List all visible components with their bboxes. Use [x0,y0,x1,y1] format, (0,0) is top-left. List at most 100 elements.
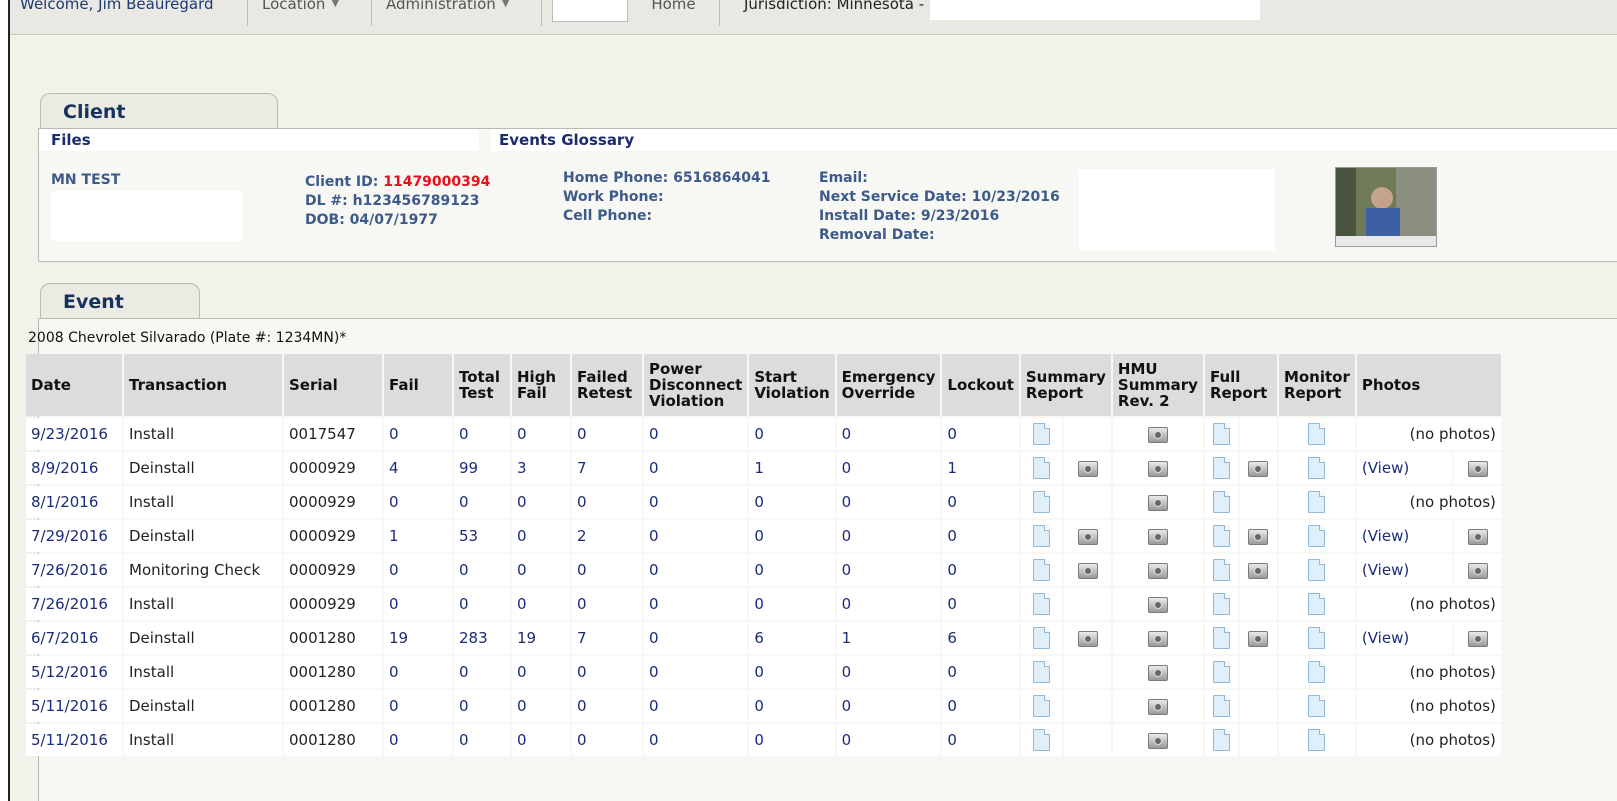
date-link[interactable]: 5/11/2016 [31,731,108,749]
camera-icon[interactable] [1467,528,1488,545]
camera-icon[interactable] [1248,528,1269,545]
cell-summary-report[interactable] [1020,690,1063,722]
column-header-transaction[interactable]: Transaction [124,354,282,416]
column-header-high-fail[interactable]: High Fail [512,354,570,416]
cell-date[interactable]: 7/26/2016 [26,554,122,586]
column-header-start-violation[interactable]: Start Violation [749,354,835,416]
cell-full-report[interactable] [1204,486,1238,518]
date-link[interactable]: 7/26/2016 [31,595,108,613]
jurisdiction-value-box[interactable] [930,0,1261,20]
welcome-link[interactable]: Welcome, Jim Beauregard [10,0,248,26]
date-link[interactable]: 8/9/2016 [31,459,98,477]
document-icon[interactable] [1308,695,1326,717]
cell-summary-report[interactable] [1020,554,1063,586]
column-header-photos[interactable]: Photos [1356,354,1501,416]
cell-photos-icon[interactable] [1454,452,1501,484]
column-header-total-test[interactable]: Total Test [454,354,510,416]
column-header-hmu-summary[interactable]: HMU Summary Rev. 2 [1112,354,1203,416]
cell-date[interactable]: 7/26/2016 [26,588,122,620]
cell-photos-view[interactable]: (View) [1356,452,1453,484]
cell-monitor-report[interactable] [1278,724,1355,756]
cell-monitor-report[interactable] [1278,588,1355,620]
cell-date[interactable]: 5/11/2016 [26,724,122,756]
camera-icon[interactable] [1467,562,1488,579]
cell-hmu-summary[interactable] [1112,418,1203,450]
cell-summary-report[interactable] [1020,418,1063,450]
document-icon[interactable] [1212,525,1230,547]
document-icon[interactable] [1212,559,1230,581]
cell-full-report[interactable] [1204,554,1238,586]
column-header-serial[interactable]: Serial [284,354,382,416]
cell-date[interactable]: 7/29/2016 [26,520,122,552]
cell-hmu-summary[interactable] [1112,690,1203,722]
cell-date[interactable]: 5/11/2016 [26,690,122,722]
cell-hmu-summary[interactable] [1112,520,1203,552]
camera-icon[interactable] [1147,732,1168,749]
events-glossary-link[interactable]: Events Glossary [491,129,1617,151]
cell-hmu-summary[interactable] [1112,588,1203,620]
document-icon[interactable] [1033,729,1051,751]
cell-photos-icon[interactable] [1454,622,1501,654]
view-photos-link[interactable]: (View) [1362,629,1409,647]
cell-full-report-photo[interactable] [1239,520,1277,552]
tab-client-information[interactable]: Client Information [40,93,278,159]
camera-icon[interactable] [1248,562,1269,579]
document-icon[interactable] [1212,423,1230,445]
camera-icon[interactable] [1147,494,1168,511]
cell-photos-icon[interactable] [1454,554,1501,586]
camera-icon[interactable] [1248,630,1269,647]
cell-summary-photo[interactable] [1064,554,1111,586]
camera-icon[interactable] [1147,596,1168,613]
camera-icon[interactable] [1077,528,1098,545]
camera-icon[interactable] [1077,630,1098,647]
document-icon[interactable] [1308,661,1326,683]
cell-monitor-report[interactable] [1278,554,1355,586]
cell-monitor-report[interactable] [1278,622,1355,654]
files-link[interactable]: Files [39,129,479,151]
document-icon[interactable] [1033,695,1051,717]
cell-hmu-summary[interactable] [1112,724,1203,756]
column-header-monitor-report[interactable]: Monitor Report [1278,354,1355,416]
date-link[interactable]: 6/7/2016 [31,629,98,647]
cell-full-report[interactable] [1204,452,1238,484]
column-header-lockout[interactable]: Lockout [942,354,1019,416]
cell-full-report-photo[interactable] [1239,554,1277,586]
column-header-summary-report[interactable]: Summary Report [1020,354,1111,416]
tab-event-logs[interactable]: Event Logs [40,283,200,349]
cell-monitor-report[interactable] [1278,418,1355,450]
cell-full-report[interactable] [1204,690,1238,722]
date-link[interactable]: 5/11/2016 [31,697,108,715]
column-header-date[interactable]: Date [26,354,122,416]
document-icon[interactable] [1212,695,1230,717]
cell-date[interactable]: 8/1/2016 [26,486,122,518]
cell-date[interactable]: 5/12/2016 [26,656,122,688]
cell-full-report-photo[interactable] [1239,452,1277,484]
document-icon[interactable] [1212,661,1230,683]
cell-summary-report[interactable] [1020,486,1063,518]
document-icon[interactable] [1033,593,1051,615]
view-photos-link[interactable]: (View) [1362,459,1409,477]
cell-hmu-summary[interactable] [1112,486,1203,518]
camera-icon[interactable] [1147,460,1168,477]
cell-photos-view[interactable]: (View) [1356,554,1453,586]
document-icon[interactable] [1033,423,1051,445]
column-header-power-disconnect[interactable]: Power Disconnect Violation [644,354,748,416]
camera-icon[interactable] [1248,460,1269,477]
camera-icon[interactable] [1147,528,1168,545]
cell-summary-photo[interactable] [1064,520,1111,552]
cell-hmu-summary[interactable] [1112,452,1203,484]
cell-full-report[interactable] [1204,656,1238,688]
cell-monitor-report[interactable] [1278,656,1355,688]
camera-icon[interactable] [1147,426,1168,443]
cell-summary-report[interactable] [1020,724,1063,756]
document-icon[interactable] [1308,423,1326,445]
camera-icon[interactable] [1077,562,1098,579]
cell-hmu-summary[interactable] [1112,656,1203,688]
cell-hmu-summary[interactable] [1112,622,1203,654]
camera-icon[interactable] [1147,562,1168,579]
document-icon[interactable] [1308,593,1326,615]
cell-monitor-report[interactable] [1278,520,1355,552]
cell-photos-view[interactable]: (View) [1356,520,1453,552]
cell-full-report[interactable] [1204,588,1238,620]
camera-icon[interactable] [1147,664,1168,681]
